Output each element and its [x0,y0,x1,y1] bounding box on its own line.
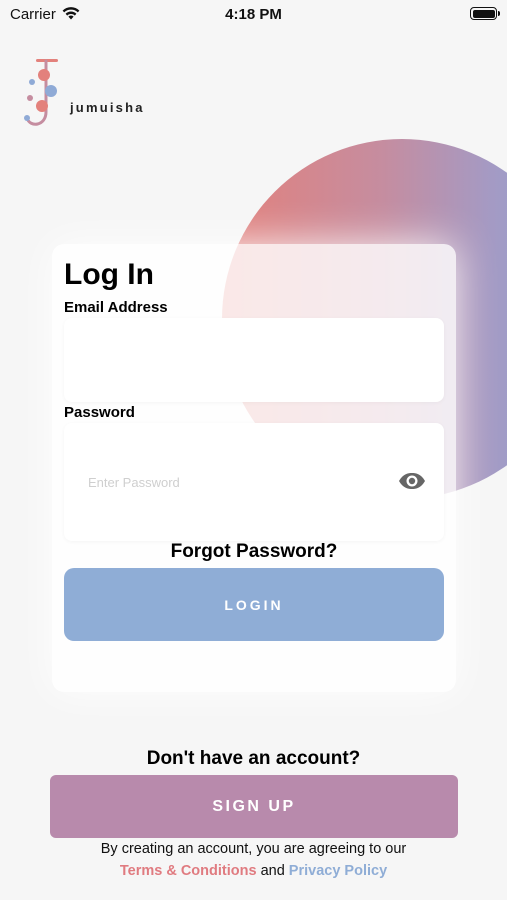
login-button[interactable]: LOGIN [64,568,444,641]
no-account-prompt: Don't have an account? [146,748,361,769]
password-input[interactable] [88,423,388,541]
logo-mark-icon [24,59,58,126]
login-card: Log In Email Address Password Forgot Pas… [52,244,456,692]
email-field[interactable] [64,318,444,402]
battery-icon [470,7,500,20]
status-bar: Carrier 4:18 PM [0,0,507,30]
email-label: Email Address [64,299,168,316]
email-input[interactable] [88,318,388,402]
forgot-password-link[interactable]: Forgot Password? [52,541,456,563]
legal-and-text: and [260,863,285,879]
terms-link[interactable]: Terms & Conditions [120,863,257,879]
privacy-policy-link[interactable]: Privacy Policy [289,863,387,879]
sign-up-button[interactable]: SIGN UP [50,775,458,838]
clock: 4:18 PM [225,6,282,23]
legal-links-line: Terms & Conditions and Privacy Policy [0,860,507,882]
app-logo: jumuisha [22,56,162,132]
logo-wordmark: jumuisha [70,100,145,115]
legal-text: By creating an account, you are agreeing… [100,841,407,857]
legal-notice: By creating an account, you are agreeing… [0,838,507,882]
eye-icon[interactable] [398,472,426,495]
login-screen: Carrier 4:18 PM jumuisha Log In Email Ad… [0,0,507,900]
password-label: Password [64,404,135,421]
page-title: Log In [64,258,154,291]
password-field[interactable] [64,423,444,541]
